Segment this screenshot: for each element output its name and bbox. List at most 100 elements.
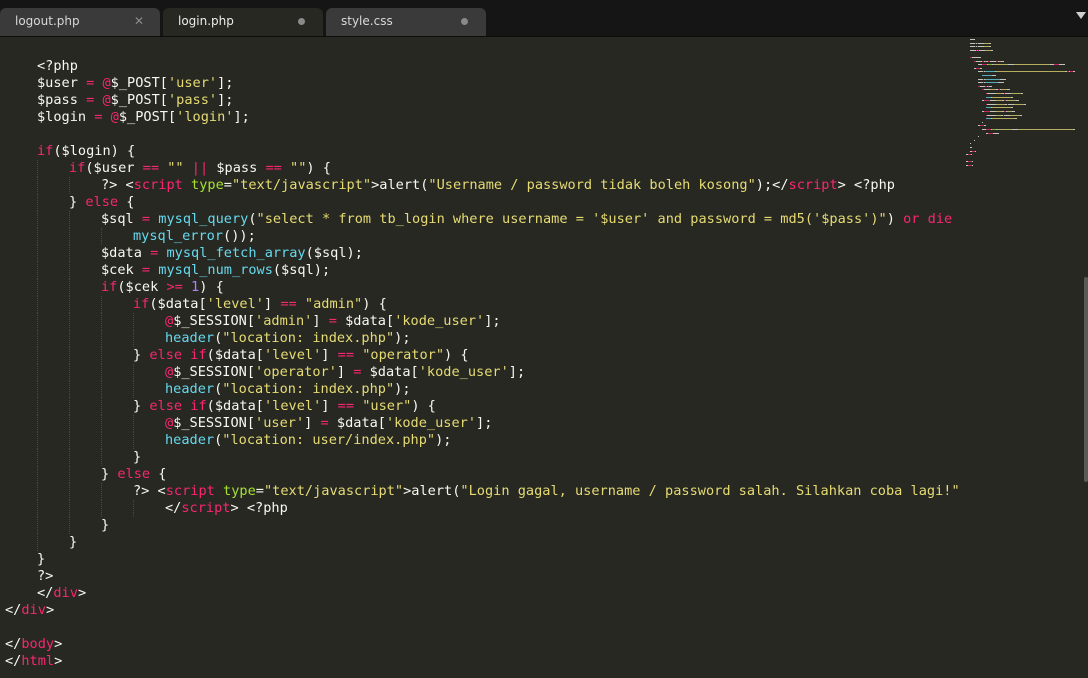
code-line[interactable]: </div> xyxy=(5,602,960,619)
code-token: > xyxy=(54,653,63,669)
code-token: @ xyxy=(165,364,174,380)
minimap-line xyxy=(1073,71,1075,73)
code-line[interactable]: } xyxy=(5,534,960,551)
code-token: $_POST[ xyxy=(110,92,168,108)
code-line[interactable]: } xyxy=(5,551,960,568)
indent-guide xyxy=(37,313,39,330)
code-line[interactable] xyxy=(5,126,960,143)
tab-login-php[interactable]: login.php xyxy=(163,8,323,36)
code-line-text: } else { xyxy=(5,194,135,210)
indent-guide xyxy=(37,245,39,262)
code-line[interactable]: } else if($data['level'] == "user") { xyxy=(5,398,960,415)
code-line[interactable]: } else { xyxy=(5,194,960,211)
tab-style-css[interactable]: style.css xyxy=(326,8,486,36)
code-line-text: } xyxy=(5,517,109,533)
indent-guide xyxy=(69,177,71,194)
indent-guide xyxy=(69,279,71,296)
indent-guide xyxy=(101,398,103,415)
code-line[interactable]: </script> <?php xyxy=(5,500,960,517)
indent-guide xyxy=(133,432,135,449)
code-line[interactable]: @$_SESSION['user'] = $data['kode_user']; xyxy=(5,415,960,432)
code-line[interactable]: header("location: index.php"); xyxy=(5,330,960,347)
code-token: <?php xyxy=(37,58,78,74)
code-line[interactable]: if($cek >= 1) { xyxy=(5,279,960,296)
code-token: ) { xyxy=(411,398,436,414)
code-line[interactable]: mysql_error()); xyxy=(5,228,960,245)
code-line[interactable]: $pass = @$_POST['pass']; xyxy=(5,92,960,109)
code-line[interactable]: @$_SESSION['admin'] = $data['kode_user']… xyxy=(5,313,960,330)
indent-guide xyxy=(37,279,39,296)
code-line[interactable]: header("location: user/index.php"); xyxy=(5,432,960,449)
code-line[interactable]: if($data['level'] == "admin") { xyxy=(5,296,960,313)
indent-guide xyxy=(133,364,135,381)
minimap-line xyxy=(1001,60,1004,62)
code-line[interactable]: $cek = mysql_num_rows($sql); xyxy=(5,262,960,279)
code-line-text: ?> <script type="text/javascript">alert(… xyxy=(5,177,895,193)
code-token: "location: index.php" xyxy=(222,330,395,346)
code-line[interactable]: if($login) { xyxy=(5,143,960,160)
minimap-line xyxy=(1073,129,1075,130)
code-text[interactable]: <?php $user = @$_POST['user']; $pass = @$_… xyxy=(5,58,960,670)
minimap-line xyxy=(989,42,991,44)
minimap-line xyxy=(987,103,996,105)
code-line[interactable] xyxy=(5,619,960,636)
code-line[interactable]: </body> xyxy=(5,636,960,653)
indent-guide xyxy=(101,483,103,500)
minimap-line xyxy=(1000,78,1006,80)
code-token: @ xyxy=(110,109,119,125)
code-line[interactable]: </html> xyxy=(5,653,960,670)
code-line-text: $cek = mysql_num_rows($sql); xyxy=(5,262,330,278)
code-token: ($data[ xyxy=(206,347,264,363)
minimap-line xyxy=(985,71,995,73)
code-line[interactable]: </div> xyxy=(5,585,960,602)
code-line[interactable]: <?php xyxy=(5,58,960,75)
close-icon[interactable]: ✕ xyxy=(134,8,144,34)
code-line[interactable]: } xyxy=(5,449,960,466)
code-token: ]; xyxy=(484,313,501,329)
code-line[interactable]: $sql = mysql_query("select * from tb_log… xyxy=(5,211,960,228)
code-token: div xyxy=(53,585,78,601)
code-token: 'admin' xyxy=(255,313,313,329)
code-line[interactable]: $data = mysql_fetch_array($sql); xyxy=(5,245,960,262)
code-line[interactable]: header("location: index.php"); xyxy=(5,381,960,398)
code-line[interactable]: } else if($data['level'] == "operator") … xyxy=(5,347,960,364)
indent-guide xyxy=(69,364,71,381)
code-line[interactable]: } else { xyxy=(5,466,960,483)
code-token: $user xyxy=(37,75,87,91)
code-line[interactable]: ?> <script type="text/javascript">alert(… xyxy=(5,177,960,194)
vertical-scrollbar[interactable] xyxy=(1083,37,1088,678)
minimap-line xyxy=(975,150,976,152)
code-token: script xyxy=(788,177,838,193)
code-line[interactable]: if($user == "" || $pass == "") { xyxy=(5,160,960,177)
code-line[interactable]: $login = @$_POST['login']; xyxy=(5,109,960,126)
indent-guide xyxy=(101,500,103,517)
chevron-down-icon[interactable] xyxy=(1076,12,1086,19)
modified-dot-icon[interactable] xyxy=(298,18,305,25)
code-editor[interactable]: <?php $user = @$_POST['user']; $pass = @$_… xyxy=(0,37,960,678)
scrollbar-thumb[interactable] xyxy=(1084,277,1088,482)
code-line[interactable]: @$_SESSION['operator'] = $data['kode_use… xyxy=(5,364,960,381)
code-line[interactable]: ?> xyxy=(5,568,960,585)
code-token: ()); xyxy=(223,228,256,244)
tab-logout-php[interactable]: logout.php ✕ xyxy=(0,8,160,36)
code-token: @ xyxy=(102,75,111,91)
code-token: } xyxy=(37,551,46,567)
code-token: $_POST[ xyxy=(118,109,177,125)
minimap[interactable] xyxy=(962,37,1082,197)
code-token: ] xyxy=(321,398,338,414)
code-line-text: } else if($data['level'] == "operator") … xyxy=(5,347,469,363)
code-token: ]; xyxy=(233,109,250,125)
modified-dot-icon[interactable] xyxy=(461,18,468,25)
code-token: </ xyxy=(37,585,54,601)
code-token: </ xyxy=(5,602,22,618)
indent-guide xyxy=(37,262,39,279)
code-line[interactable]: } xyxy=(5,517,960,534)
code-token: $_POST[ xyxy=(110,75,168,91)
code-line[interactable]: ?> <script type="text/javascript">alert(… xyxy=(5,483,960,500)
code-token: 'user' xyxy=(167,75,218,91)
code-line-text: header("location: index.php"); xyxy=(5,381,411,397)
code-token: ($cek xyxy=(117,279,167,295)
indent-guide xyxy=(101,364,103,381)
indent-guide xyxy=(37,211,39,228)
code-line[interactable]: $user = @$_POST['user']; xyxy=(5,75,960,92)
